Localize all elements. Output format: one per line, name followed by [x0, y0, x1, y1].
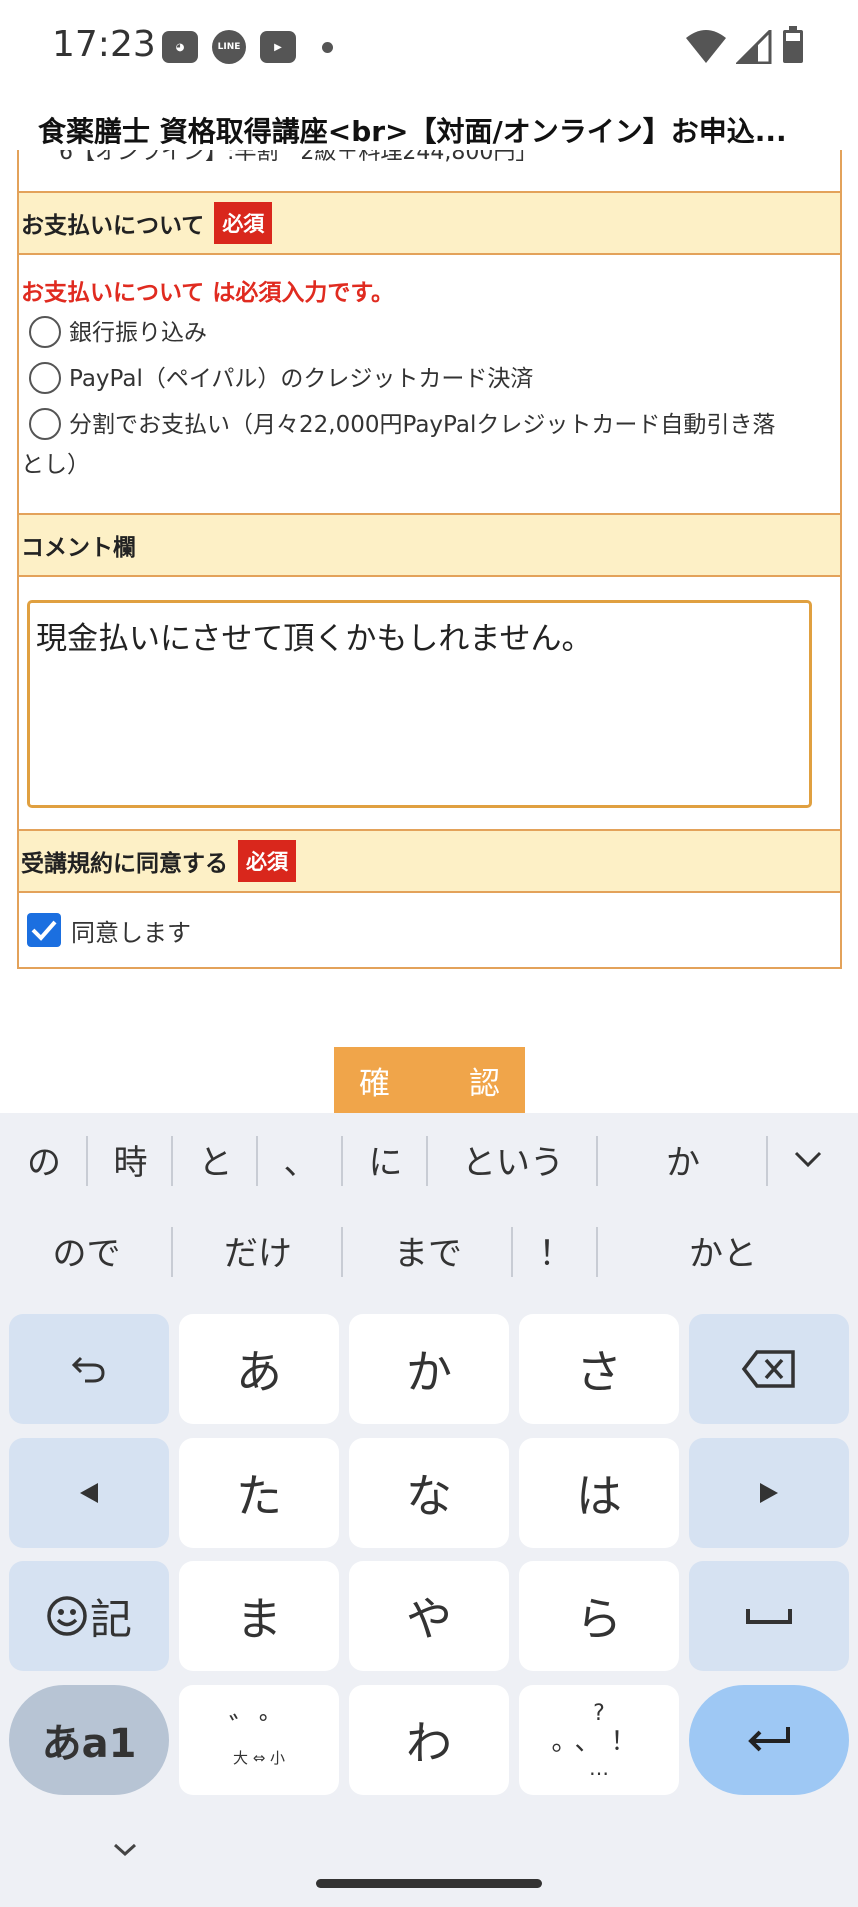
- suggestion[interactable]: か: [598, 1114, 768, 1204]
- agree-label: 同意します: [71, 918, 191, 947]
- more-notifications-icon: [322, 41, 333, 53]
- suggestion[interactable]: の: [0, 1114, 88, 1204]
- punct-top: ?: [593, 1701, 605, 1726]
- radio-button[interactable]: [29, 362, 61, 394]
- signal-icon: [736, 30, 772, 64]
- status-bar: 17:23 ◕ LINE ▶: [0, 0, 858, 95]
- emoji-symbol-key[interactable]: 記: [9, 1561, 169, 1671]
- key-ra[interactable]: ら: [519, 1561, 679, 1671]
- key-ha[interactable]: は: [519, 1438, 679, 1548]
- notification-icons: ◕ LINE ▶: [162, 30, 333, 64]
- key-ya[interactable]: や: [349, 1561, 509, 1671]
- space-icon: [746, 1609, 792, 1624]
- confirm-button[interactable]: 確 認: [334, 1047, 525, 1113]
- comment-textarea[interactable]: 現金払いにさせて頂くかもしれません。: [27, 600, 812, 808]
- ime-keyboard: の 時 と 、 に という か ので だけ まで ！ かと あ か さ た な …: [0, 1113, 858, 1907]
- backspace-key[interactable]: [689, 1314, 849, 1424]
- application-form: お支払いについて 必須 お支払いについて は必須入力です。 銀行振り込み Pay…: [17, 191, 842, 969]
- emoji-icon: [47, 1596, 87, 1636]
- payment-option-bank[interactable]: 銀行振り込み: [21, 313, 840, 353]
- radio-label-line1: 分割でお支払い（月々22,000円PayPalクレジットカード自動引き落: [69, 412, 776, 438]
- line-icon: LINE: [212, 30, 246, 64]
- chevron-down-icon: [794, 1151, 822, 1168]
- terms-section-header: 受講規約に同意する 必須: [19, 829, 840, 893]
- payment-option-paypal[interactable]: PayPal（ペイパル）のクレジットカード決済: [21, 359, 840, 399]
- comment-section-body: 現金払いにさせて頂くかもしれません。: [19, 577, 840, 829]
- input-mode-label: あa1: [41, 1721, 137, 1767]
- dakuten-label: 大 ⇔ 小: [232, 1748, 286, 1767]
- key-ta[interactable]: た: [179, 1438, 339, 1548]
- clipped-option-label: 6【オンライン】:早割 2級＋料理244,800円」: [59, 150, 538, 165]
- youtube-icon: ▶: [260, 31, 296, 63]
- nikoni-icon: ◕: [162, 31, 198, 63]
- cursor-left-key[interactable]: [9, 1438, 169, 1548]
- punctuation-key[interactable]: ? 。、！ …: [519, 1685, 679, 1795]
- dakuten-icon: ゛゜: [229, 1711, 289, 1747]
- key-ka[interactable]: か: [349, 1314, 509, 1424]
- system-icons: [686, 26, 804, 64]
- punct-bottom: …: [589, 1756, 609, 1780]
- dakuten-key[interactable]: ゛゜ 大 ⇔ 小: [179, 1685, 339, 1795]
- suggestion[interactable]: 、: [258, 1114, 343, 1204]
- left-arrow-icon: [80, 1483, 98, 1503]
- comment-section-header: コメント欄: [19, 513, 840, 577]
- suggestion-row-1: の 時 と 、 に という か: [0, 1114, 858, 1204]
- required-badge: 必須: [238, 840, 296, 882]
- payment-section-body: お支払いについて は必須入力です。 銀行振り込み PayPal（ペイパル）のクレ…: [19, 255, 840, 513]
- space-key[interactable]: [689, 1561, 849, 1671]
- agree-checkbox-row[interactable]: 同意します: [19, 893, 840, 967]
- input-mode-key[interactable]: あa1: [9, 1685, 169, 1795]
- suggestion[interactable]: という: [428, 1114, 598, 1204]
- payment-option-installment[interactable]: 分割でお支払い（月々22,000円PayPalクレジットカード自動引き落 とし）: [21, 405, 840, 485]
- right-arrow-icon: [760, 1483, 778, 1503]
- payment-heading: お支払いについて: [21, 213, 205, 239]
- key-ma[interactable]: ま: [179, 1561, 339, 1671]
- enter-key[interactable]: [689, 1685, 849, 1795]
- suggestion[interactable]: に: [343, 1114, 428, 1204]
- key-a[interactable]: あ: [179, 1314, 339, 1424]
- agree-checkbox[interactable]: [27, 913, 61, 947]
- radio-label: PayPal（ペイパル）のクレジットカード決済: [69, 366, 534, 392]
- emoji-key-label: 記: [89, 1594, 132, 1644]
- suggestion[interactable]: ！: [513, 1205, 598, 1295]
- radio-button[interactable]: [29, 316, 61, 348]
- suggestion[interactable]: と: [173, 1114, 258, 1204]
- suggestion[interactable]: まで: [343, 1205, 513, 1295]
- backspace-icon: [741, 1350, 795, 1388]
- suggestion[interactable]: かと: [598, 1205, 848, 1295]
- suggestion[interactable]: 時: [88, 1114, 173, 1204]
- key-sa[interactable]: さ: [519, 1314, 679, 1424]
- wifi-icon: [686, 30, 726, 63]
- radio-label: 分割でお支払い（月々22,000円PayPalクレジットカード自動引き落 とし）: [21, 405, 840, 485]
- radio-button[interactable]: [29, 408, 61, 440]
- payment-error-message: お支払いについて は必須入力です。: [21, 280, 395, 306]
- payment-section-header: お支払いについて 必須: [19, 191, 840, 255]
- clipped-option-row[interactable]: 6【オンライン】:早割 2級＋料理244,800円」: [17, 150, 842, 192]
- undo-icon: [71, 1356, 105, 1383]
- suggestion[interactable]: ので: [0, 1205, 173, 1295]
- terms-heading: 受講規約に同意する: [21, 851, 228, 877]
- expand-suggestions-button[interactable]: [768, 1114, 848, 1204]
- keyboard-collapse-icon[interactable]: [110, 1840, 140, 1860]
- comment-heading: コメント欄: [21, 535, 136, 561]
- enter-icon: [748, 1727, 790, 1752]
- key-na[interactable]: な: [349, 1438, 509, 1548]
- battery-icon: [783, 26, 803, 63]
- radio-label: 銀行振り込み: [69, 320, 207, 346]
- undo-key[interactable]: [9, 1314, 169, 1424]
- radio-label-line2: とし）: [21, 452, 90, 478]
- check-icon: [31, 920, 57, 941]
- punct-mid: 。、！: [551, 1727, 647, 1757]
- status-time: 17:23: [52, 24, 156, 65]
- key-wa[interactable]: わ: [349, 1685, 509, 1795]
- suggestion-row-2: ので だけ まで ！ かと: [0, 1205, 858, 1295]
- suggestion[interactable]: だけ: [173, 1205, 343, 1295]
- page-title: 食薬膳士 資格取得講座<br>【対面/オンライン】お申込...: [38, 115, 787, 148]
- cursor-right-key[interactable]: [689, 1438, 849, 1548]
- required-badge: 必須: [214, 202, 273, 244]
- home-indicator[interactable]: [316, 1879, 542, 1888]
